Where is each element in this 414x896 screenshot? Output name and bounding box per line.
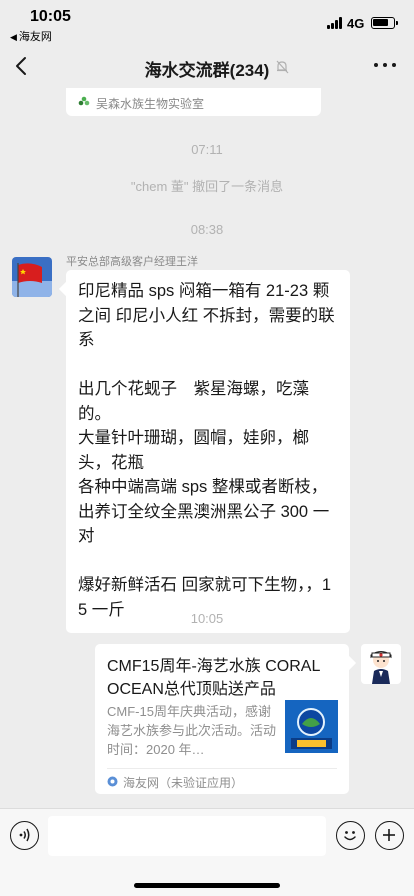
- battery-icon: [371, 17, 398, 29]
- shared-link-card[interactable]: CMF15周年-海艺水族 CORAL OCEAN总代顶贴送产品 CMF-15周年…: [95, 644, 349, 794]
- nav-bar: 海水交流群(234): [0, 44, 414, 88]
- plus-icon: [383, 829, 395, 841]
- smiley-icon: [344, 831, 356, 841]
- timestamp: 08:38: [190, 222, 224, 237]
- timestamp: 10:05: [190, 611, 224, 626]
- mute-bell-icon: [274, 59, 290, 75]
- back-triangle-icon: ◀: [10, 32, 17, 42]
- more-dots-icon: [374, 63, 378, 67]
- network-type: 4G: [347, 16, 365, 31]
- avatar[interactable]: [12, 257, 52, 297]
- message-input[interactable]: [48, 816, 326, 856]
- voice-input-button[interactable]: [10, 821, 39, 850]
- emoji-button[interactable]: [336, 821, 365, 850]
- timestamp: 07:11: [191, 142, 223, 157]
- more-functions-button[interactable]: [375, 821, 404, 850]
- previous-share-card[interactable]: 吴森水族生物实验室: [66, 88, 321, 116]
- recall-notice: "chem 董" 撤回了一条消息: [130, 179, 284, 194]
- back-app-label: 海友网: [18, 31, 52, 43]
- back-to-app-link[interactable]: ◀ 海友网: [10, 28, 52, 44]
- share-card-source: 海友网（未验证应用）: [123, 776, 244, 790]
- chat-area[interactable]: 吴森水族生物实验室 07:11 "chem 董" 撤回了一条消息 08:38 平…: [0, 88, 414, 808]
- avatar[interactable]: [361, 644, 401, 684]
- home-indicator: [134, 883, 280, 888]
- share-card-title: CMF15周年-海艺水族 CORAL OCEAN总代顶贴送产品: [107, 658, 320, 698]
- more-options-button[interactable]: [374, 63, 396, 69]
- divider: [107, 768, 337, 769]
- chat-title: 海水交流群(234): [144, 61, 270, 80]
- status-time: 10:05: [30, 8, 71, 25]
- share-card-thumbnail: [285, 700, 338, 753]
- share-source-label: 吴森水族生物实验室: [96, 97, 205, 111]
- input-bar: [0, 808, 414, 896]
- voice-icon: [19, 828, 30, 842]
- source-app-icon: [107, 776, 118, 787]
- status-bar: 10:05 ◀ 海友网 4G: [0, 0, 414, 44]
- signal-icon: [327, 17, 343, 29]
- share-card-description: CMF-15周年庆典活动，感谢海艺水族参与此次活动。活动时间：2020 年…: [107, 704, 277, 757]
- sender-name: 平安总部高级客户经理王洋: [66, 256, 198, 268]
- clover-icon: [78, 96, 90, 106]
- message-bubble[interactable]: 印尼精品 sps 闷箱一箱有 21-23 颗之间 印尼小人红 不拆封，需要的联系…: [66, 270, 350, 633]
